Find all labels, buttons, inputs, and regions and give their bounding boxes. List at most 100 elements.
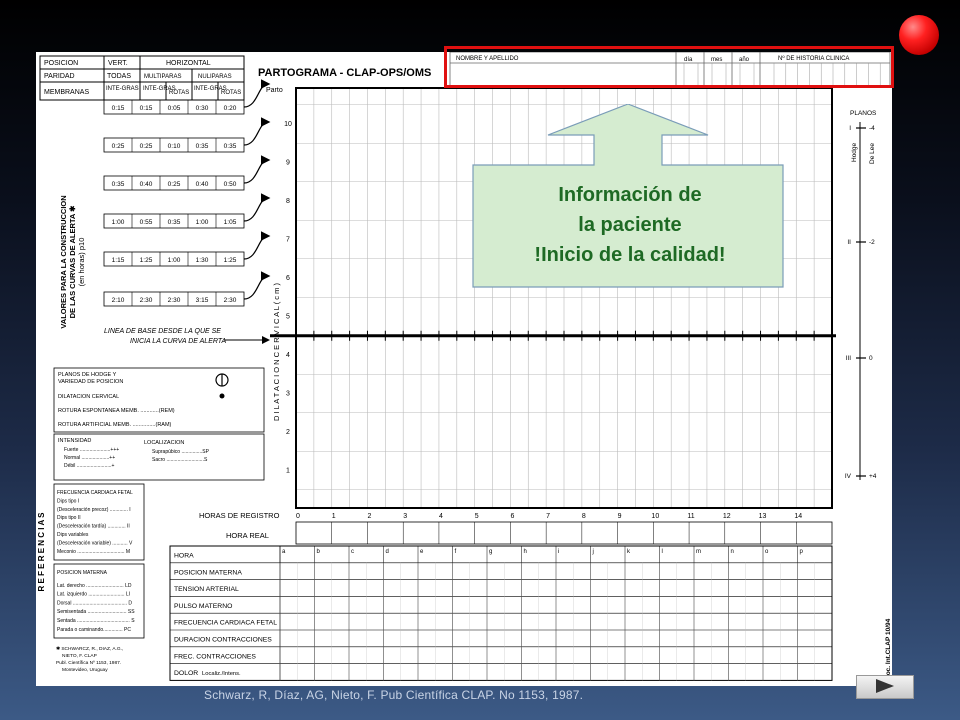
hodge-plane-label: IV [845,473,852,480]
planos-scale: PLANOS Hodge De Lee I -4 II -2 III 0 IV +4 [845,110,877,480]
x-tick-label: 9 [618,513,622,520]
monitoring-row-label: TENSION ARTERIAL [174,586,239,593]
svg-text:Débil ........................: Débil .........................+ [64,463,115,469]
svg-text:Suprapúbico ...............SP: Suprapúbico ...............SP [152,449,210,455]
alert-value-cell: 1:15 [112,257,125,264]
multiparas-header: MULTIPARAS [144,74,181,80]
alert-value-cell: 2:30 [224,297,237,304]
svg-text:Montevideo, Uruguay: Montevideo, Uruguay [62,667,108,673]
delee-value-label: -2 [869,239,875,246]
reference-box-1: PLANOS DE HODGE Y VARIEDAD DE POSICION D… [53,367,265,433]
next-arrow-icon [876,679,894,693]
reference-box-4: POSICION MATERNA Lat. derecho ...........… [53,563,145,639]
alert-value-cell: 0:30 [196,105,209,112]
y-tick-label: 8 [286,198,290,205]
x-tick-label: 14 [794,513,802,520]
hora-column-letter: m [696,549,701,555]
reference-text: Lat. derecho ...........................… [57,583,132,589]
row-header-paridad: PARIDAD [44,73,75,80]
svg-text:PLANOS: PLANOS [850,110,877,117]
reference-text: FRECUENCIA CARDIACA FETAL [57,490,133,496]
alert-value-cell: 1:05 [224,219,237,226]
monitoring-row-label: FREC. CONTRACCIONES [174,653,256,660]
hora-column-letter: k [627,549,631,555]
monitoring-row-label: HORA [174,553,194,560]
alert-value-cell: 0:20 [224,105,237,112]
reference-text: Sentada ................................… [57,618,135,624]
x-tick-label: 11 [687,513,694,520]
hora-real-row[interactable] [295,521,833,545]
hora-column-letter: h [524,549,527,555]
alert-value-cell: 0:50 [224,181,237,188]
reference-text: (Desceleración variable) ........... V [57,540,133,546]
monitoring-table[interactable]: HORA POSICION MATERNA TENSION ARTERIAL PULS… [169,545,833,681]
hodge-plane-label: I [849,125,851,132]
svg-text:Sacro ........................: Sacro ...........................S [152,457,208,463]
monitoring-row-label: DURACION CONTRACCIONES [174,637,272,644]
alert-row: 1:15 1:25 1:00 1:30 1:25 [103,231,271,267]
reference-box-2: INTENSIDAD Fuerte ......................… [53,433,265,481]
hora-column-letter: e [420,549,424,555]
svg-text:R E F E R E N C I A S: R E F E R E N C I A S [37,512,46,592]
x-tick-label: 0 [296,513,300,520]
dilatacion-axis-label: D I L A T A C I O N C E R V I C A L ( c … [272,283,281,421]
alert-row: 0:35 0:40 0:25 0:40 0:50 [103,155,271,191]
small-citation: ✱ SCHWARCZ, R., DIAZ, A.G., NIETO, F. CL… [56,646,123,673]
alert-curve-arrow [243,79,271,108]
alert-value-cell: 2:10 [112,297,125,304]
y-tick-label: 3 [286,391,290,398]
red-record-dot-icon [899,15,939,55]
reference-box-3: FRECUENCIA CARDIACA FETAL Dips tipo I (Des… [53,483,145,561]
alert-value-cell: 1:25 [140,257,153,264]
alert-value-cell: 0:25 [112,143,125,150]
svg-text:Publ. Científica Nº 1153, 1987: Publ. Científica Nº 1153, 1987. [56,660,121,666]
baseline-label-line1: LINEA DE BASE DESDE LA QUE SE [104,328,221,335]
hora-column-letter: d [386,549,389,555]
alert-value-cell: 0:35 [224,143,237,150]
svg-text:(en horas) p10: (en horas) p10 [77,238,86,287]
row-header-posicion: POSICION [44,60,78,67]
reference-text: POSICION MATERNA [57,570,108,576]
row-header-membranas: MEMBRANAS [44,89,89,96]
y-tick-label: 1 [286,468,290,475]
alert-value-cell: 0:05 [168,105,181,112]
reference-text: Dips tipo I [57,498,79,504]
x-tick-label: 3 [403,513,407,520]
integras-label: INTE-GRAS [106,86,139,92]
rotas-label: ROTAS [169,90,189,96]
alert-value-cell: 1:30 [196,257,209,264]
hodge-plane-label: III [846,355,852,362]
svg-text:LOCALIZACION: LOCALIZACION [144,440,184,446]
x-tick-label: 13 [759,513,767,520]
svg-text:ROTURA ARTIFICIAL MEMB. ......: ROTURA ARTIFICIAL MEMB. ...............(… [58,422,172,428]
alert-value-cell: 1:25 [224,257,237,264]
hodge-plane-label: II [847,239,851,246]
callout-line3: !Inicio de la calidad! [534,244,726,266]
dolor-sub-label: Localiz./Intens. [202,671,241,677]
alert-curve-arrow [243,231,271,260]
monitoring-row-label: PULSO MATERNO [174,603,232,610]
alert-value-cell: 0:35 [168,219,181,226]
svg-text:VARIEDAD DE POSICION: VARIEDAD DE POSICION [58,379,123,385]
y-tick-label: 2 [286,429,290,436]
referencias-label: R E F E R E N C I A S [37,512,46,592]
alert-values-table: 0:15 0:15 0:05 0:30 0:200:25 0:25 0:10 0:35 0:35… [103,79,271,307]
reference-text: Semisentada ............................… [57,609,135,615]
hora-real-label: HORA REAL [226,531,269,540]
delee-value-label: -4 [869,125,875,132]
monitoring-row-label: POSICION MATERNA [174,569,242,576]
vert-header: VERT. [108,60,128,67]
hora-column-letter: p [800,549,804,555]
svg-text:Doc. Int.CLAP 10/94: Doc. Int.CLAP 10/94 [885,618,892,680]
callout-line2: la paciente [578,214,682,236]
alert-curve-arrow [243,117,271,146]
reference-text: (Desceleración precoz) ............. I [57,507,131,513]
alert-row: 0:25 0:25 0:10 0:35 0:35 [103,117,271,153]
alert-value-cell: 1:00 [196,219,209,226]
alert-value-cell: 1:00 [168,257,181,264]
svg-text:D I L A T A C I O N C E R V: D I L A T A C I O N C E R V I C A L ( c … [272,283,281,421]
svg-text:✱ SCHWARCZ, R., DIAZ, A.G.,: ✱ SCHWARCZ, R., DIAZ, A.G., [56,646,123,652]
x-tick-label: 1 [332,513,336,520]
document-code: Doc. Int.CLAP 10/94 [885,618,892,680]
y-tick-label: 6 [286,275,290,282]
